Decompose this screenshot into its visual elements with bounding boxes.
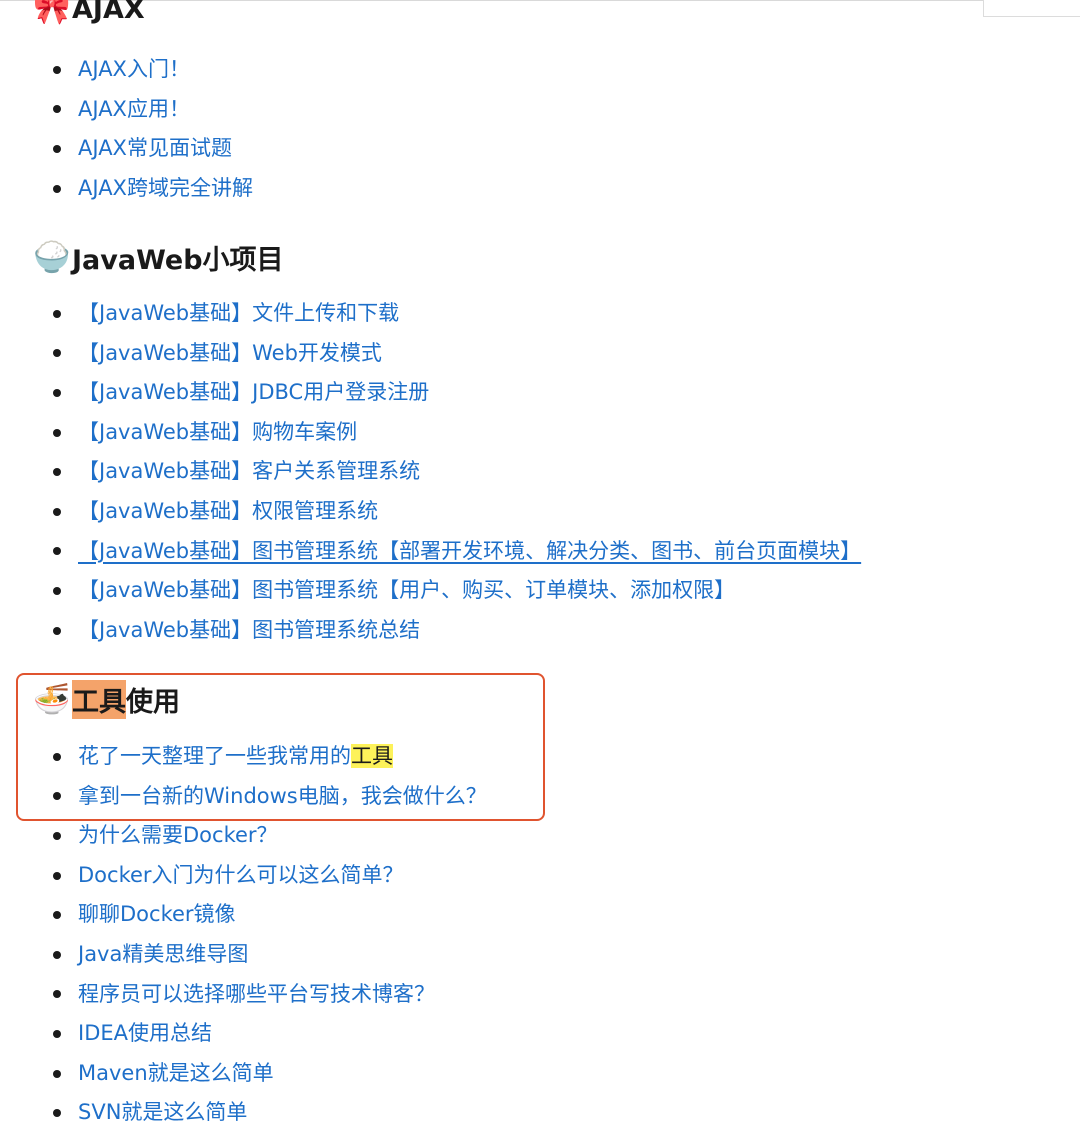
article-link[interactable]: Docker入门为什么可以这么简单？ <box>78 863 404 887</box>
ribbon-icon: 🎀 <box>33 0 71 27</box>
article-link-hovered[interactable]: 【JavaWeb基础】图书管理系统【部署开发环境、解决分类、图书、前台页面模块】 <box>78 539 861 563</box>
article-link[interactable]: IDEA使用总结 <box>78 1021 212 1045</box>
list-item: 花了一天整理了一些我常用的工具 <box>50 737 487 777</box>
list-item: 拿到一台新的Windows电脑，我会做什么？ <box>50 777 487 817</box>
article-link[interactable]: Maven就是这么简单 <box>78 1061 274 1085</box>
list-item: 【JavaWeb基础】Web开发模式 <box>50 334 861 374</box>
section-heading-tools: 🍜 工具 使用 <box>32 680 180 719</box>
corner-frame <box>983 0 1080 17</box>
article-link[interactable]: AJAX应用！ <box>78 97 190 121</box>
list-item: 程序员可以选择哪些平台写技术博客？ <box>50 975 487 1015</box>
list-item: 【JavaWeb基础】权限管理系统 <box>50 492 861 532</box>
section-title-javaweb: JavaWeb小项目 <box>72 245 284 276</box>
article-link[interactable]: 【JavaWeb基础】客户关系管理系统 <box>78 459 420 483</box>
article-link[interactable]: 【JavaWeb基础】权限管理系统 <box>78 499 378 523</box>
section-title-rest: 使用 <box>126 687 180 718</box>
javaweb-link-list: 【JavaWeb基础】文件上传和下载 【JavaWeb基础】Web开发模式 【J… <box>50 294 861 650</box>
article-link[interactable]: AJAX跨域完全讲解 <box>78 176 253 200</box>
list-item: SVN就是这么简单 <box>50 1093 487 1133</box>
list-item: IDEA使用总结 <box>50 1014 487 1054</box>
rice-bowl-icon: 🍚 <box>33 240 71 275</box>
article-link[interactable]: 拿到一台新的Windows电脑，我会做什么？ <box>78 784 487 808</box>
noodle-bowl-icon: 🍜 <box>33 682 71 717</box>
article-link[interactable]: 【JavaWeb基础】Web开发模式 <box>78 341 382 365</box>
article-link[interactable]: SVN就是这么简单 <box>78 1100 247 1124</box>
list-item: 【JavaWeb基础】图书管理系统【用户、购买、订单模块、添加权限】 <box>50 571 861 611</box>
article-link[interactable]: 【JavaWeb基础】图书管理系统总结 <box>78 618 420 642</box>
article-link[interactable]: AJAX常见面试题 <box>78 136 232 160</box>
article-link[interactable]: Java精美思维导图 <box>78 942 248 966</box>
section-heading-javaweb: 🍚 JavaWeb小项目 <box>32 238 284 277</box>
list-item: 【JavaWeb基础】购物车案例 <box>50 413 861 453</box>
article-link[interactable]: 【JavaWeb基础】图书管理系统【用户、购买、订单模块、添加权限】 <box>78 578 735 602</box>
section-heading-ajax: 🎀 AJAX <box>32 0 145 27</box>
list-item: AJAX常见面试题 <box>50 129 253 169</box>
article-link-highlight: 工具 <box>351 744 393 768</box>
list-item: 【JavaWeb基础】文件上传和下载 <box>50 294 861 334</box>
article-link[interactable]: 【JavaWeb基础】购物车案例 <box>78 420 357 444</box>
article-link[interactable]: 【JavaWeb基础】文件上传和下载 <box>78 301 399 325</box>
article-link[interactable]: 程序员可以选择哪些平台写技术博客？ <box>78 982 435 1006</box>
list-item: 【JavaWeb基础】图书管理系统总结 <box>50 611 861 651</box>
article-link[interactable]: 聊聊Docker镜像 <box>78 902 236 926</box>
ajax-link-list: AJAX入门！ AJAX应用！ AJAX常见面试题 AJAX跨域完全讲解 <box>50 50 253 208</box>
article-link[interactable]: AJAX入门！ <box>78 57 190 81</box>
article-link[interactable]: 花了一天整理了一些我常用的工具 <box>78 744 393 768</box>
top-divider <box>0 0 985 1</box>
tools-link-list: 花了一天整理了一些我常用的工具 拿到一台新的Windows电脑，我会做什么？ 为… <box>50 737 487 1133</box>
list-item: AJAX应用！ <box>50 90 253 130</box>
article-link[interactable]: 为什么需要Docker？ <box>78 823 278 847</box>
list-item: 聊聊Docker镜像 <box>50 895 487 935</box>
list-item: Maven就是这么简单 <box>50 1054 487 1094</box>
list-item: 【JavaWeb基础】客户关系管理系统 <box>50 452 861 492</box>
list-item: AJAX跨域完全讲解 <box>50 169 253 209</box>
list-item: AJAX入门！ <box>50 50 253 90</box>
article-link[interactable]: 【JavaWeb基础】JDBC用户登录注册 <box>78 380 429 404</box>
list-item: 【JavaWeb基础】图书管理系统【部署开发环境、解决分类、图书、前台页面模块】 <box>50 532 861 572</box>
list-item: 为什么需要Docker？ <box>50 816 487 856</box>
list-item: 【JavaWeb基础】JDBC用户登录注册 <box>50 373 861 413</box>
section-title-ajax: AJAX <box>72 0 145 25</box>
article-link-text: 花了一天整理了一些我常用的 <box>78 744 351 768</box>
list-item: Java精美思维导图 <box>50 935 487 975</box>
section-title-highlight: 工具 <box>72 680 126 719</box>
list-item: Docker入门为什么可以这么简单？ <box>50 856 487 896</box>
